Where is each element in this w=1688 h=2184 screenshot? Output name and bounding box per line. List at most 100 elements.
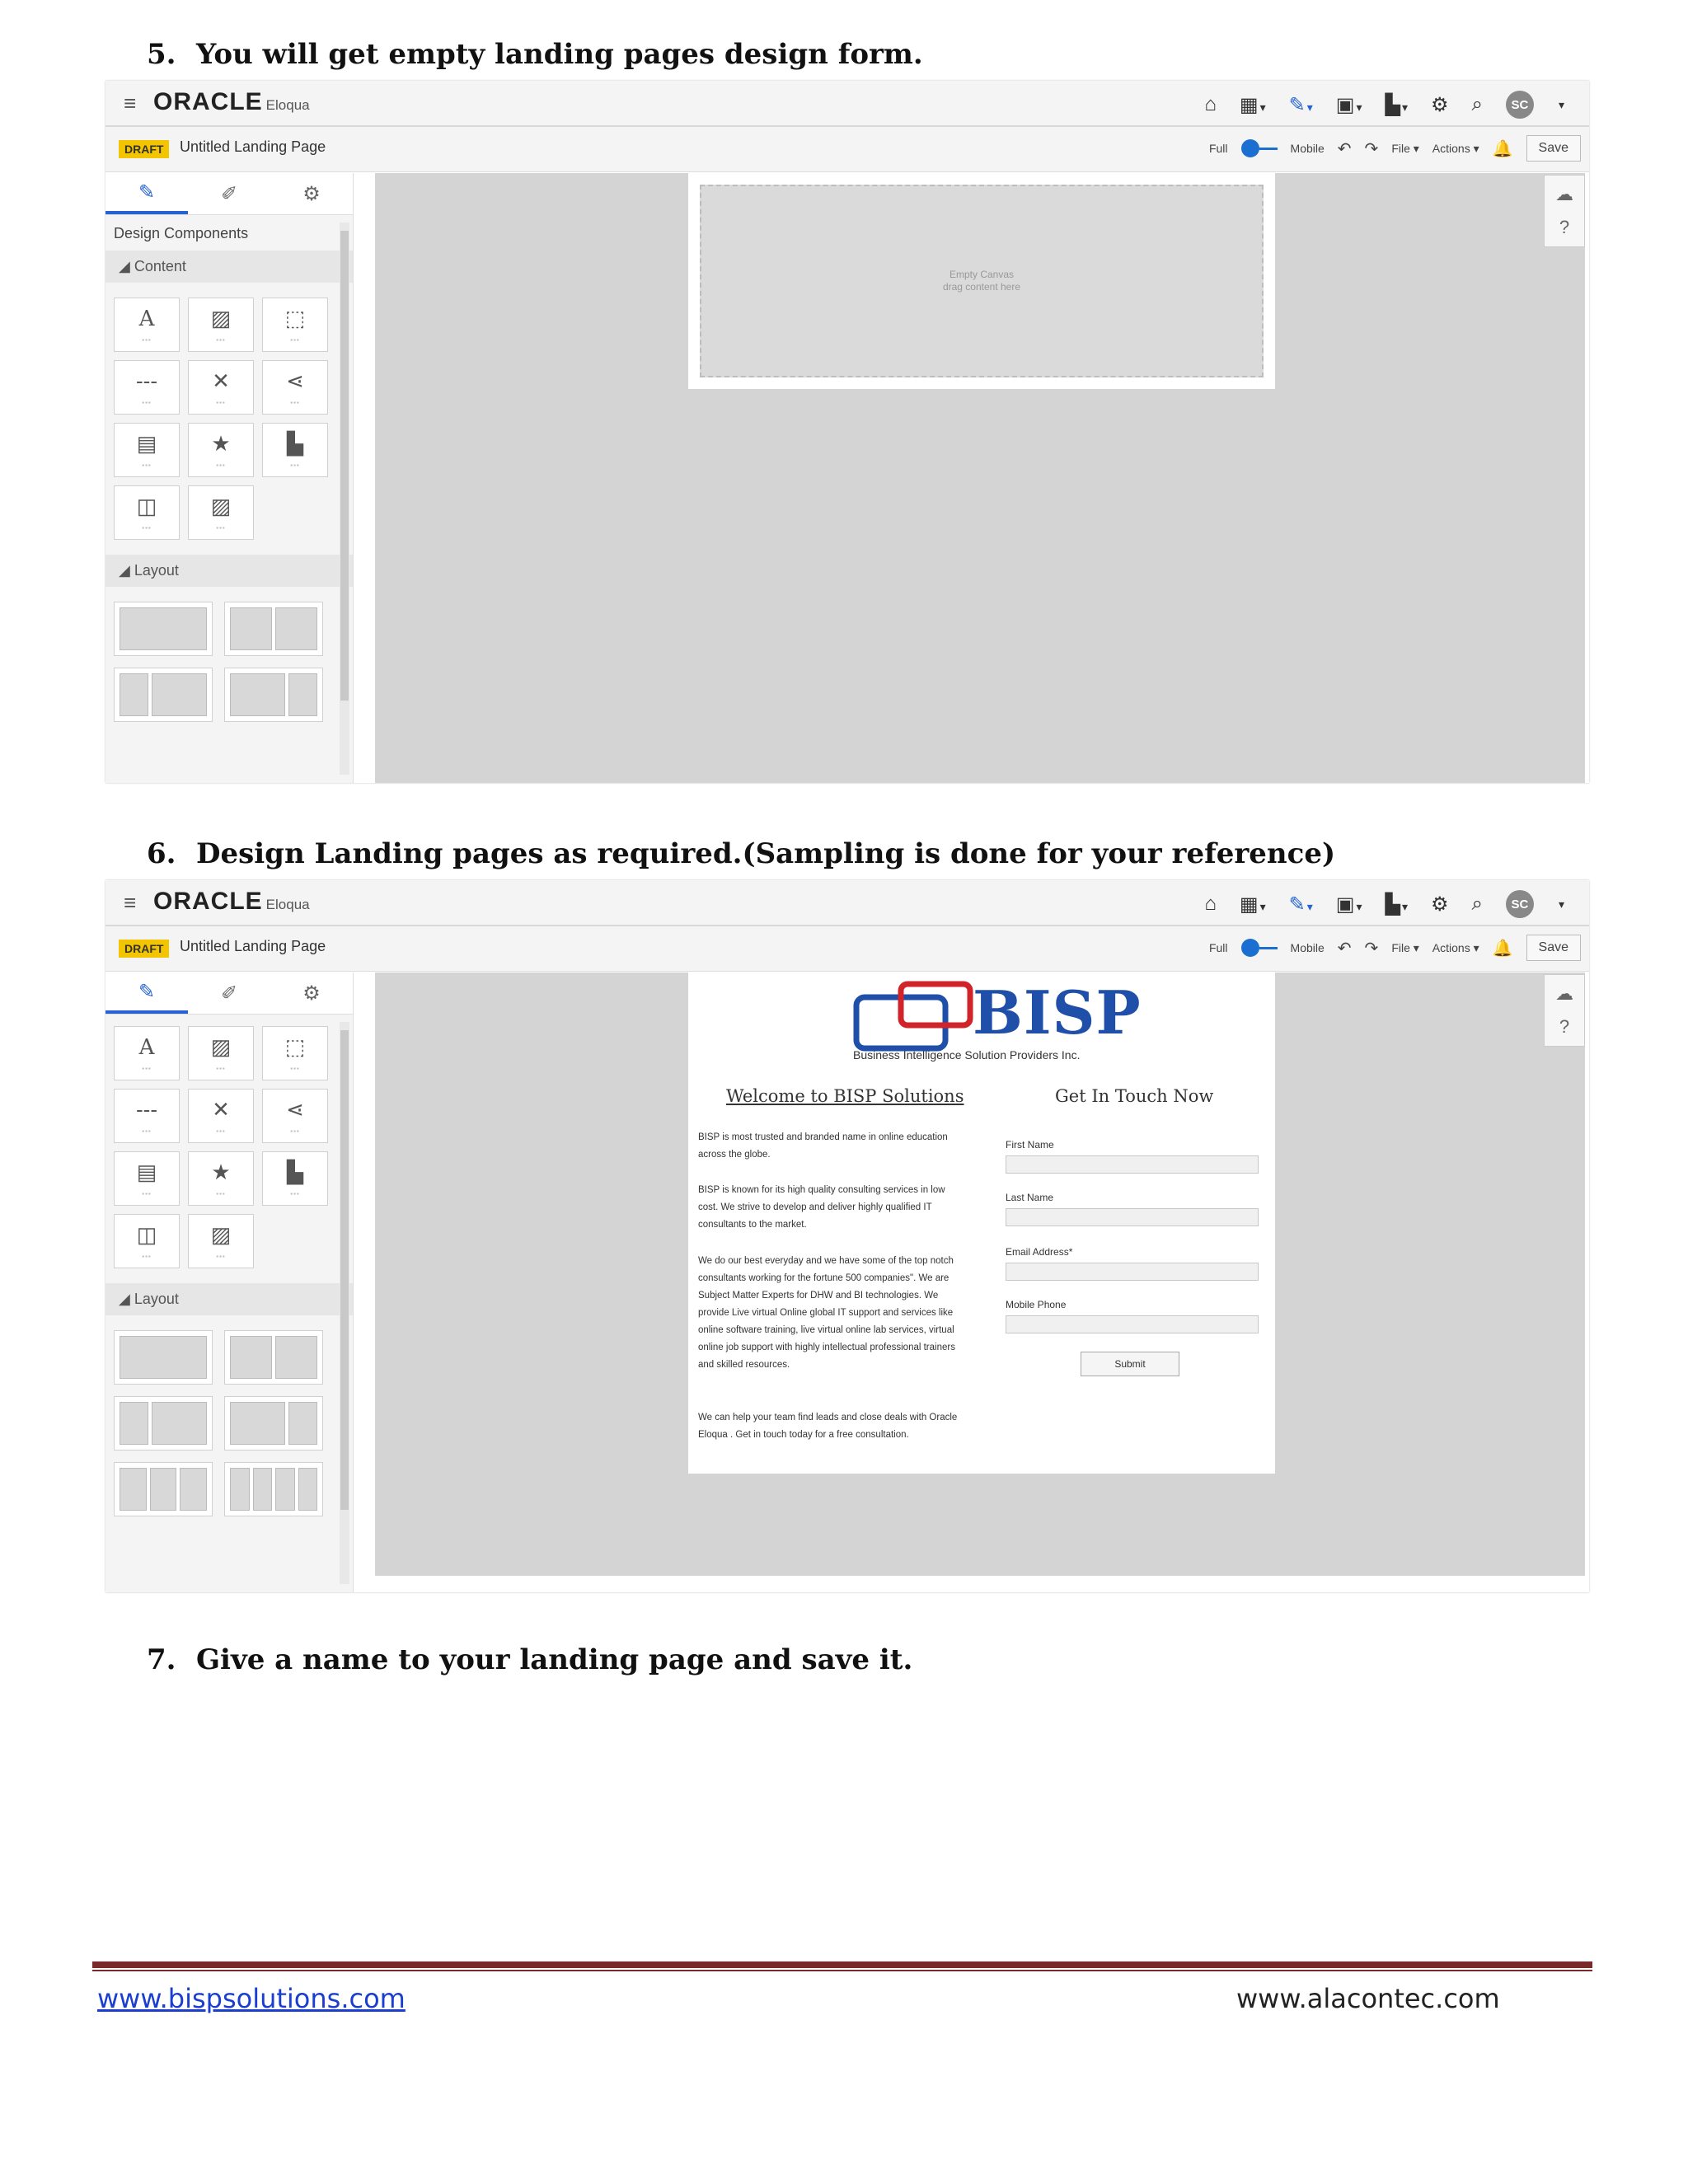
layout-one-column[interactable] [114, 1330, 213, 1385]
file-menu[interactable]: File ▾ [1391, 142, 1418, 156]
dashboard-icon[interactable]: ▦ ▾ [1240, 93, 1266, 117]
help-icon[interactable]: ? [1559, 1016, 1569, 1038]
video-component-icon[interactable]: ✕ ▪▪▪ [188, 1089, 254, 1143]
spacer-component-icon[interactable]: --- ▪▪▪ [114, 360, 180, 415]
step-6-heading: 6. Design Landing pages as required.(Samp… [147, 837, 1335, 870]
form-component-icon[interactable]: ▤ ▪▪▪ [114, 423, 180, 477]
first-name-field[interactable] [1006, 1155, 1259, 1174]
actions-menu[interactable]: Actions ▾ [1432, 941, 1479, 955]
layout-left-narrow[interactable] [114, 668, 213, 722]
layout-section[interactable]: ◢ Layout [106, 1283, 353, 1315]
editor-toolbar: DRAFT Untitled Landing Page Full Mobile … [106, 926, 1589, 972]
html-component-icon[interactable]: ◫ ▪▪▪ [114, 1214, 180, 1268]
landing-page-canvas[interactable]: Empty Canvas drag content here [688, 173, 1275, 389]
dashboard-icon[interactable]: ▦ ▾ [1240, 893, 1266, 916]
layout-four-columns[interactable] [224, 1462, 323, 1516]
page-title[interactable]: Untitled Landing Page [180, 138, 326, 156]
sidebar-scrollbar[interactable] [340, 223, 349, 775]
mobile-phone-field[interactable] [1006, 1315, 1259, 1333]
avatar[interactable]: SC [1505, 890, 1534, 918]
sidebar-scrollbar[interactable] [340, 1022, 349, 1584]
file-component-icon[interactable]: ▙ ▪▪▪ [262, 1151, 328, 1206]
settings-icon[interactable]: ⚙ [1431, 893, 1449, 916]
app-logo: ORACLE Eloqua [153, 88, 310, 115]
tab-style-icon[interactable]: ✐ [188, 972, 270, 1014]
view-toggle[interactable] [1240, 939, 1278, 957]
layout-right-narrow[interactable] [224, 668, 323, 722]
view-toggle[interactable] [1240, 139, 1278, 157]
footer-link-bispsolutions[interactable]: www.bispsolutions.com [97, 1983, 406, 2014]
undo-icon[interactable]: ↶ [1338, 138, 1352, 159]
landing-page-canvas[interactable]: BISP Business Intelligence Solution Prov… [688, 972, 1275, 1474]
empty-canvas-dropzone[interactable]: Empty Canvas drag content here [700, 185, 1264, 377]
actions-menu[interactable]: Actions ▾ [1432, 142, 1479, 156]
full-label: Full [1208, 142, 1228, 155]
content-section[interactable]: ◢ Content [106, 251, 353, 283]
chevron-down-icon[interactable]: ▾ [1559, 898, 1564, 912]
image-block-component-icon[interactable]: ▨ ▪▪▪ [188, 485, 254, 540]
menu-icon[interactable]: ≡ [124, 91, 136, 116]
html-component-icon[interactable]: ◫ ▪▪▪ [114, 485, 180, 540]
settings-icon[interactable]: ⚙ [1431, 93, 1449, 117]
search-icon[interactable]: ⌕ [1472, 893, 1483, 916]
design-icon[interactable]: ✎ ▾ [1289, 93, 1313, 117]
empty-canvas-hint: drag content here [942, 281, 1021, 293]
redo-icon[interactable]: ↷ [1365, 138, 1379, 159]
tab-settings-icon[interactable]: ⚙ [270, 173, 353, 214]
reports-icon[interactable]: ▙ ▾ [1386, 93, 1409, 117]
search-icon[interactable]: ⌕ [1472, 93, 1483, 116]
button-component-icon[interactable]: ⬚ ▪▪▪ [262, 1026, 328, 1080]
save-button[interactable]: Save [1526, 135, 1581, 162]
layout-three-columns[interactable] [114, 1462, 213, 1516]
page-title[interactable]: Untitled Landing Page [180, 938, 326, 955]
undo-icon[interactable]: ↶ [1338, 938, 1352, 958]
layout-right-narrow[interactable] [224, 1396, 323, 1451]
file-component-icon[interactable]: ▙ ▪▪▪ [262, 423, 328, 477]
bell-icon[interactable]: 🔔 [1493, 938, 1513, 958]
share-component-icon[interactable]: ⋖ ▪▪▪ [262, 360, 328, 415]
cloud-icon[interactable]: ☁ [1555, 983, 1573, 1005]
tab-style-icon[interactable]: ✐ [188, 173, 270, 214]
layout-left-narrow[interactable] [114, 1396, 213, 1451]
video-component-icon[interactable]: ✕ ▪▪▪ [188, 360, 254, 415]
tab-design-icon[interactable]: ✎ [106, 173, 188, 214]
share-component-icon[interactable]: ⋖ ▪▪▪ [262, 1089, 328, 1143]
email-field[interactable] [1006, 1263, 1259, 1281]
chevron-down-icon[interactable]: ▾ [1559, 98, 1564, 112]
app-logo: ORACLE Eloqua [153, 888, 310, 915]
image-component-icon[interactable]: ▨ ▪▪▪ [188, 298, 254, 352]
text-component-icon[interactable]: A ▪▪▪ [114, 298, 180, 352]
form-component-icon[interactable]: ▤ ▪▪▪ [114, 1151, 180, 1206]
button-component-icon[interactable]: ⬚ ▪▪▪ [262, 298, 328, 352]
home-icon[interactable]: ⌂ [1204, 893, 1217, 916]
layout-two-columns[interactable] [224, 602, 323, 656]
sidebar-title: Design Components [114, 225, 249, 241]
last-name-field[interactable] [1006, 1208, 1259, 1226]
spacer-component-icon[interactable]: --- ▪▪▪ [114, 1089, 180, 1143]
help-icon[interactable]: ? [1559, 217, 1569, 238]
avatar[interactable]: SC [1505, 91, 1534, 119]
tab-settings-icon[interactable]: ⚙ [270, 972, 353, 1014]
text-component-icon[interactable]: A ▪▪▪ [114, 1026, 180, 1080]
reports-icon[interactable]: ▙ ▾ [1386, 893, 1409, 916]
layout-one-column[interactable] [114, 602, 213, 656]
submit-button[interactable]: Submit [1081, 1352, 1179, 1376]
save-button[interactable]: Save [1526, 935, 1581, 961]
layout-two-columns[interactable] [224, 1330, 323, 1385]
tab-design-icon[interactable]: ✎ [106, 972, 188, 1014]
home-icon[interactable]: ⌂ [1204, 93, 1217, 116]
design-icon[interactable]: ✎ ▾ [1289, 893, 1313, 916]
step-number: 7. [147, 1643, 176, 1676]
menu-icon[interactable]: ≡ [124, 890, 136, 916]
image-component-icon[interactable]: ▨ ▪▪▪ [188, 1026, 254, 1080]
image-block-component-icon[interactable]: ▨ ▪▪▪ [188, 1214, 254, 1268]
redo-icon[interactable]: ↷ [1365, 938, 1379, 958]
bell-icon[interactable]: 🔔 [1493, 138, 1513, 159]
star-component-icon[interactable]: ★ ▪▪▪ [188, 1151, 254, 1206]
star-component-icon[interactable]: ★ ▪▪▪ [188, 423, 254, 477]
assets-icon[interactable]: ▣ ▾ [1336, 93, 1362, 117]
cloud-icon[interactable]: ☁ [1555, 184, 1573, 205]
layout-section[interactable]: ◢ Layout [106, 555, 353, 587]
file-menu[interactable]: File ▾ [1391, 941, 1418, 955]
assets-icon[interactable]: ▣ ▾ [1336, 893, 1362, 916]
